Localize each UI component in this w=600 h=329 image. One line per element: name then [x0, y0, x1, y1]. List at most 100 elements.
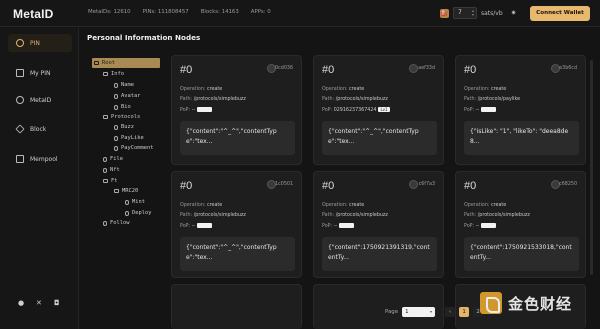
tree-node-deploy[interactable]: Deploy: [125, 208, 151, 218]
stat-metaids: MetaIDs: 12610: [88, 9, 131, 15]
tree-node-info[interactable]: Info: [103, 69, 124, 79]
tree-node-mrc20[interactable]: MRC20: [114, 186, 138, 196]
x-icon[interactable]: ✕: [36, 299, 42, 307]
path-row: Path: /protocols/paylike: [464, 97, 521, 102]
scrollbar[interactable]: [590, 60, 593, 275]
creator-address[interactable]: c68250: [559, 182, 577, 187]
file-icon: [103, 220, 107, 226]
content-preview[interactable]: {"content":"^_^","contentType":"tex...: [180, 121, 295, 155]
node-tree: Root Info Name Avatar Bio Protocols Buzz…: [87, 52, 167, 317]
pop-level-box: [197, 107, 213, 112]
discord-icon[interactable]: ◘: [54, 299, 60, 307]
content-preview[interactable]: {"isLike": "1", "likeTo": "deea8de8...: [464, 121, 579, 155]
pop-level-box: [197, 223, 213, 228]
sidebar-item-my-pin[interactable]: My PIN: [8, 64, 72, 82]
page-title: Personal Information Nodes: [87, 33, 201, 42]
avatar[interactable]: [409, 180, 418, 189]
tree-node-bio[interactable]: Bio: [114, 102, 131, 112]
pin-card[interactable]: #0 0cd036 Operation: create Path: /proto…: [171, 55, 302, 165]
pin-card[interactable]: #0 1c0501 Operation: create Path: /proto…: [171, 171, 302, 278]
fee-unit: sats/vb: [481, 9, 503, 17]
pin-card[interactable]: #0 c6f7a3 Operation: create Path: /proto…: [313, 171, 444, 278]
watermark-text: 金色财经: [508, 294, 573, 313]
file-icon: [114, 135, 118, 141]
sidebar-item-block[interactable]: Block: [8, 120, 72, 138]
tree-node-paycomment[interactable]: PayComment: [114, 143, 153, 153]
content-preview[interactable]: {"content":1750921391319,"contentTy...: [322, 237, 437, 271]
tree-node-root[interactable]: Root: [92, 58, 160, 68]
pop-level-badge: Lv1: [378, 107, 390, 112]
pin-icon: [16, 39, 24, 47]
operation-row: Operation: create: [180, 203, 223, 208]
stat-apps: APPs: 0: [250, 9, 271, 15]
tree-node-buzz[interactable]: Buzz: [114, 122, 134, 132]
tree-node-nft[interactable]: Nft: [103, 165, 120, 175]
path-row: Path: /protocols/simplebuzz: [180, 213, 246, 218]
operation-row: Operation: create: [322, 203, 365, 208]
page-label: Page: [385, 309, 399, 315]
grid-icon: [16, 69, 24, 77]
operation-row: Operation: create: [322, 87, 365, 92]
content-preview[interactable]: {"content":"^_^","contentType":"tex...: [180, 237, 295, 271]
app-logo[interactable]: MetaID: [13, 7, 54, 21]
stat-blocks: Blocks: 14163: [200, 9, 239, 15]
pin-card[interactable]: [171, 284, 302, 329]
tree-node-protocols[interactable]: Protocols: [103, 112, 140, 122]
creator-address[interactable]: e3b6cd: [559, 66, 577, 71]
file-icon: [114, 93, 118, 99]
tree-node-file[interactable]: File: [103, 154, 123, 164]
page-select[interactable]: 1 ▾: [402, 307, 436, 317]
prev-page-button[interactable]: ‹: [445, 307, 456, 317]
avatar[interactable]: [409, 64, 418, 73]
file-icon: [114, 82, 118, 88]
pin-number: #0: [180, 64, 193, 76]
tree-node-paylike[interactable]: PayLike: [114, 133, 144, 143]
tree-node-name[interactable]: Name: [114, 80, 134, 90]
operation-row: Operation: create: [180, 87, 223, 92]
stepper-icon[interactable]: ▴ ▾: [472, 9, 474, 17]
pin-card[interactable]: #0 c68250 Operation: create Path: /proto…: [455, 171, 586, 278]
content-preview[interactable]: {"content":1750921533018,"contentTy...: [464, 237, 579, 271]
watermark-logo-icon: [480, 292, 502, 314]
pop-row: PoP: --: [180, 223, 213, 229]
pop-level-box: [481, 223, 497, 228]
connect-wallet-button[interactable]: Connect Wallet: [530, 6, 590, 21]
pop-row: PoP: --: [322, 223, 355, 229]
page-1-button[interactable]: 1: [459, 307, 470, 317]
github-icon[interactable]: ●: [18, 299, 24, 307]
pop-level-box: [339, 223, 355, 228]
tree-node-follow[interactable]: Follow: [103, 218, 129, 228]
creator-address[interactable]: 1c0501: [275, 182, 293, 187]
content-preview[interactable]: {"content":"^_^","contentType":"tex...: [322, 121, 437, 155]
file-icon: [114, 145, 118, 151]
pin-card[interactable]: #0 e3b6cd Operation: create Path: /proto…: [455, 55, 586, 165]
tree-node-ft[interactable]: Ft: [103, 176, 118, 186]
path-row: Path: /protocols/simplebuzz: [464, 213, 530, 218]
pin-card[interactable]: #0 aef33d Operation: create Path: /proto…: [313, 55, 444, 165]
sidebar: PIN My PIN MetaID Block Mempool ● ✕ ◘: [0, 28, 79, 329]
sidebar-item-pin[interactable]: PIN: [8, 34, 72, 52]
sidebar-item-metaid[interactable]: MetaID: [8, 91, 72, 109]
fee-icon: ⛽: [440, 8, 449, 18]
pagination: Page 1 ▾ ‹ 1 2: [385, 307, 484, 317]
file-icon: [114, 104, 118, 110]
file-icon: [103, 167, 107, 173]
fee-rate-control: ⛽ 7 ▴ ▾ sats/vb ✷: [440, 7, 517, 19]
tree-node-avatar[interactable]: Avatar: [114, 91, 140, 101]
settings-icon[interactable]: ✷: [511, 9, 517, 17]
tree-node-mint[interactable]: Mint: [125, 197, 145, 207]
pin-number: #0: [180, 180, 193, 192]
folder-icon: [103, 179, 108, 183]
path-row: Path: /protocols/simplebuzz: [322, 97, 388, 102]
creator-address[interactable]: c6f7a3: [419, 182, 435, 187]
pin-number: #0: [322, 180, 335, 192]
file-icon: [114, 124, 118, 130]
pop-row: PoP: --: [464, 107, 497, 113]
operation-row: Operation: create: [464, 203, 507, 208]
sidebar-item-mempool[interactable]: Mempool: [8, 150, 72, 168]
creator-address[interactable]: aef33d: [418, 66, 435, 71]
file-icon: [125, 210, 129, 216]
creator-address[interactable]: 0cd036: [275, 66, 293, 71]
fee-rate-input[interactable]: 7 ▴ ▾: [453, 7, 477, 19]
pin-number: #0: [322, 64, 335, 76]
